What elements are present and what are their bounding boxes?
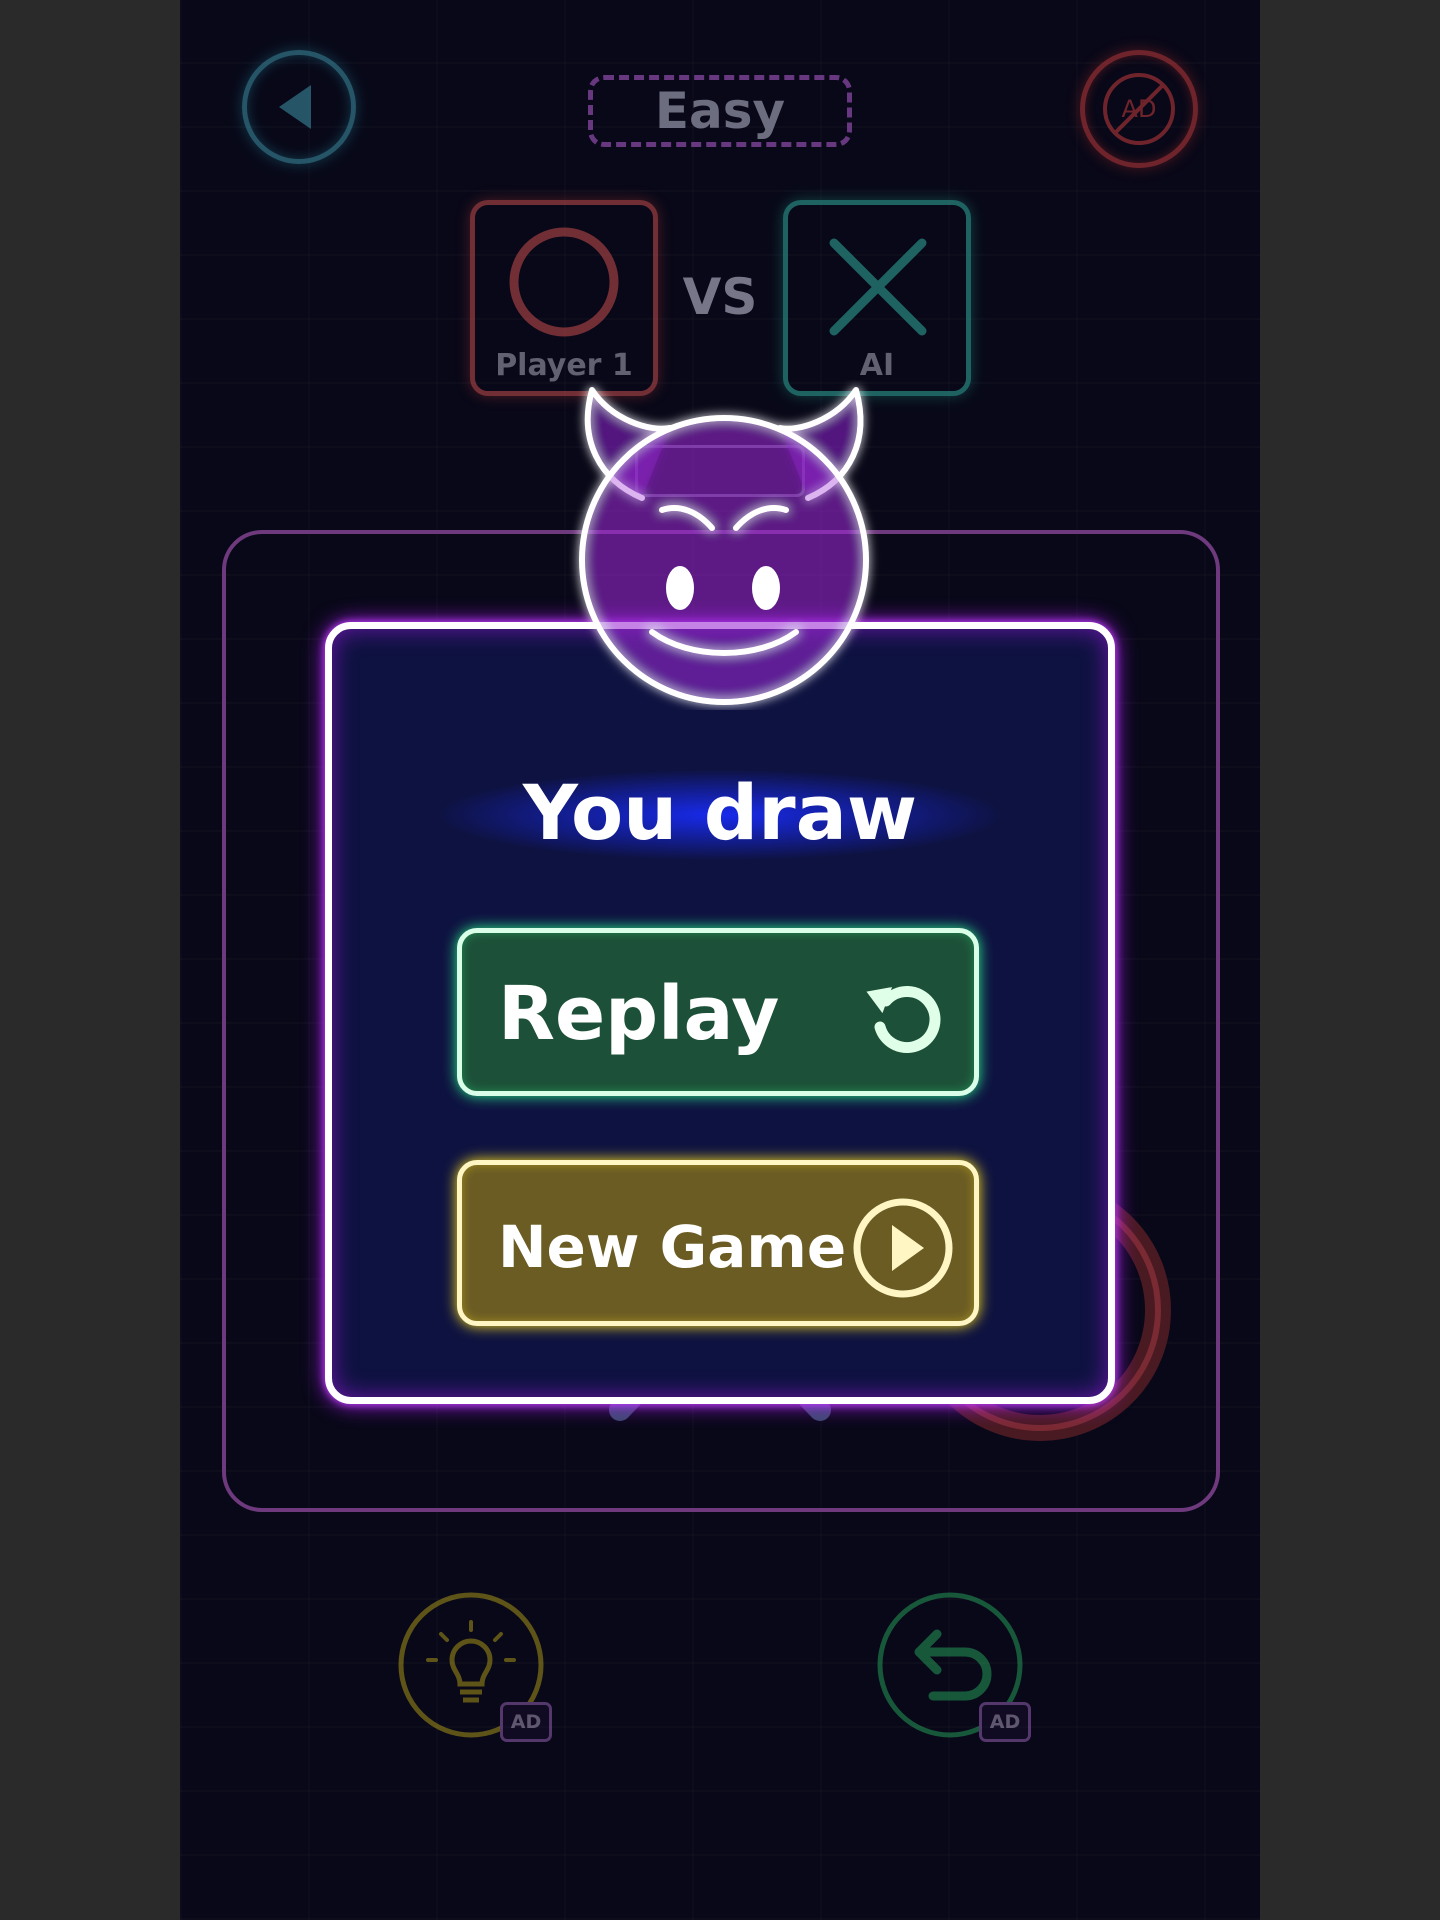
new-game-label: New Game (498, 1213, 847, 1281)
difficulty-badge: Easy (588, 75, 852, 147)
ad-badge: AD (500, 1702, 552, 1742)
new-game-button[interactable]: New Game (457, 1160, 979, 1326)
ad-badge-text: AD (989, 1711, 1021, 1733)
ai-card: AI (783, 200, 971, 396)
no-ads-button[interactable]: AD (1080, 50, 1198, 168)
restart-icon (866, 986, 941, 1053)
devil-smiley-icon (579, 387, 869, 705)
ad-badge-text: AD (510, 1711, 542, 1733)
back-arrow-icon (279, 85, 311, 129)
replay-button[interactable]: Replay (457, 928, 979, 1096)
back-button[interactable] (242, 50, 356, 164)
replay-label: Replay (498, 971, 780, 1057)
play-icon (853, 1198, 953, 1298)
player1-card: Player 1 (470, 200, 658, 396)
undo-button[interactable]: AD (875, 1590, 1031, 1742)
no-ads-text: AD (1122, 95, 1157, 123)
o-symbol-icon (509, 227, 619, 337)
hint-button[interactable]: AD (396, 1590, 552, 1742)
ad-badge: AD (979, 1702, 1031, 1742)
player1-label: Player 1 (495, 348, 633, 383)
vs-label: VS (682, 268, 758, 326)
game-screen: Easy AD Player 1 VS AI You draw Replay N… (180, 0, 1260, 1920)
x-symbol-icon (829, 238, 927, 336)
no-ads-icon: AD (1103, 73, 1175, 145)
result-message: You draw (522, 768, 918, 857)
ai-label: AI (859, 348, 895, 383)
